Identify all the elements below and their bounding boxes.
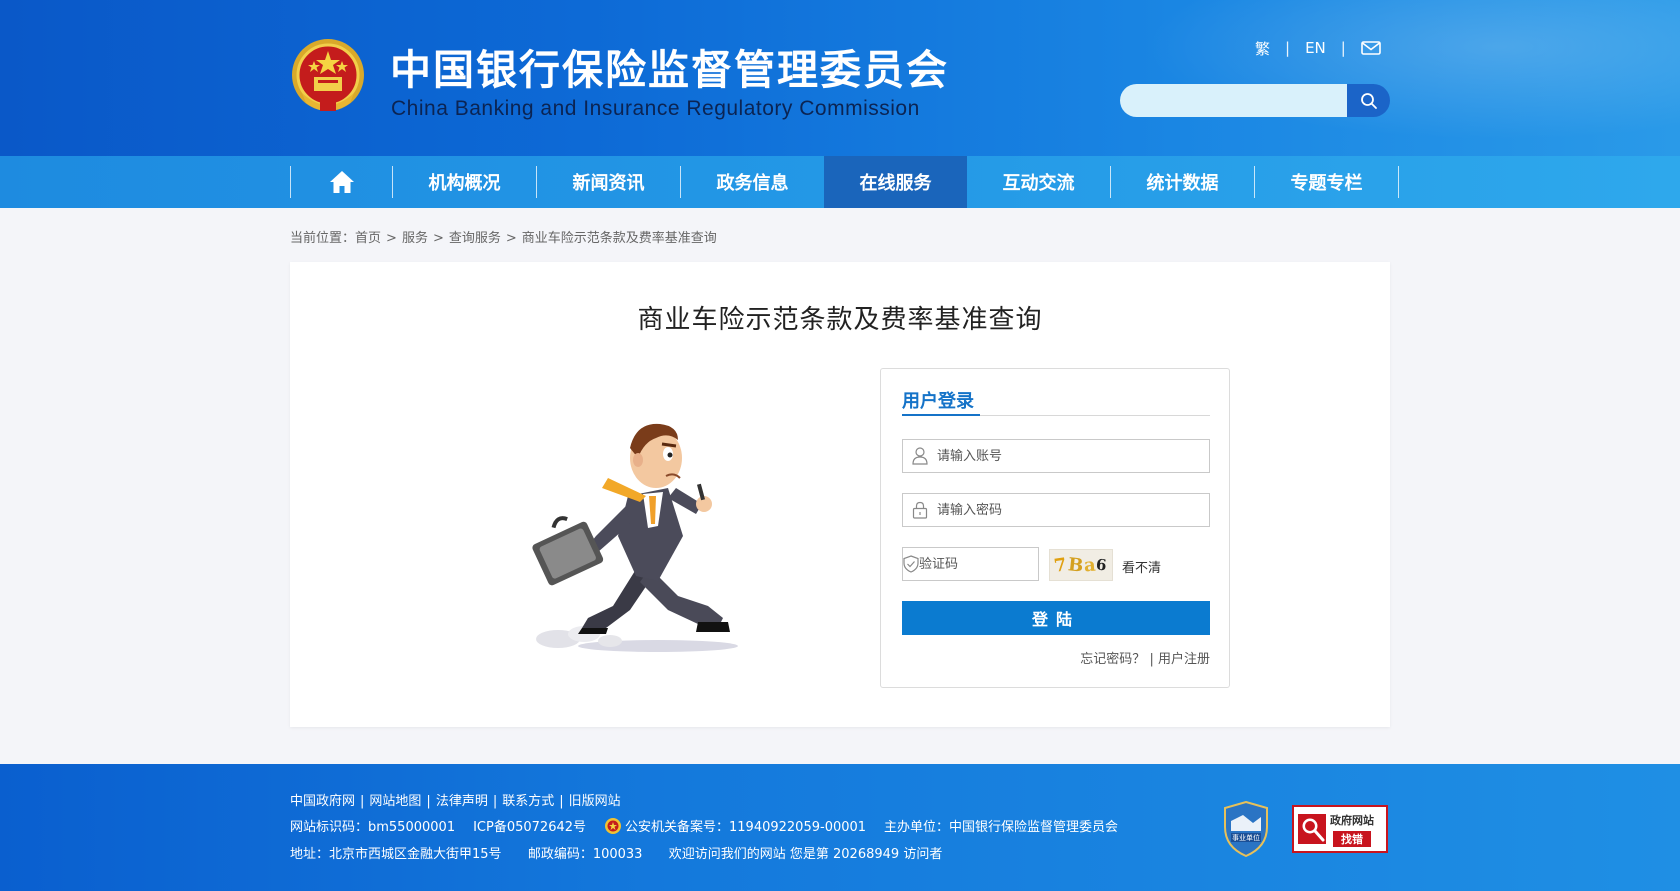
nav-item-online-services[interactable]: 在线服务 xyxy=(824,156,967,208)
shield-check-icon xyxy=(903,555,919,573)
page-title: 商业车险示范条款及费率基准查询 xyxy=(637,305,1043,335)
site-id: 网站标识码：bm55000001 xyxy=(290,820,456,835)
login-links: 忘记密码？ | 用户注册 xyxy=(1080,652,1210,667)
postcode: 邮政编码：100033 xyxy=(527,847,643,862)
footer-link-gov[interactable]: 中国政府网 xyxy=(290,794,355,809)
account-input[interactable] xyxy=(937,441,1209,471)
search-icon xyxy=(1360,92,1377,109)
site-header: 中国银行保险监督管理委员会 China Banking and Insuranc… xyxy=(0,0,1680,156)
register-link[interactable]: 用户注册 xyxy=(1158,652,1210,667)
english-link[interactable]: EN xyxy=(1305,39,1326,57)
footer-registration: 网站标识码：bm55000001 ICP备05072642号 公安机关备案号：1… xyxy=(290,816,1118,835)
footer-link-sitemap[interactable]: 网站地图 xyxy=(369,794,421,809)
nav-item-interaction[interactable]: 互动交流 xyxy=(967,156,1110,208)
site-title-cn: 中国银行保险监督管理委员会 xyxy=(390,46,949,94)
find-error-line1: 政府网站 xyxy=(1330,813,1374,827)
running-businessman-illustration xyxy=(532,423,738,652)
magnifier-icon xyxy=(1298,814,1326,844)
icp-number[interactable]: ICP备05072642号 xyxy=(473,816,586,835)
main-panel: 商业车险示范条款及费率基准查询 用户登录 请输入账号 验证码 7 B a 6 看… xyxy=(290,262,1390,727)
institution-shield-badge[interactable]: 事业单位 xyxy=(1223,801,1269,857)
captcha-field xyxy=(902,547,1089,581)
main-nav: 机构概况 新闻资讯 政务信息 在线服务 互动交流 统计数据 专题专栏 xyxy=(0,156,1680,208)
footer-link-legal[interactable]: 法律声明 xyxy=(436,794,488,809)
visitor-counter: 欢迎访问我们的网站 您是第 20268949 访问者 xyxy=(668,847,943,862)
user-icon xyxy=(912,447,928,465)
site-footer: 中国政府网 | 网站地图 | 法律声明 | 联系方式 | 旧版网站 网站标识码：bm550000… xyxy=(0,764,1680,891)
breadcrumb: 当前位置：首页 > 服务 > 查询服务 > 商业车险示范条款及费率基准查询 xyxy=(290,231,717,246)
search-input[interactable] xyxy=(1120,84,1348,117)
breadcrumb-services[interactable]: 服务 xyxy=(402,231,428,246)
police-record[interactable]: 公安机关备案号：11940922059-00001 xyxy=(625,816,866,835)
nav-item-government-info[interactable]: 政务信息 xyxy=(681,156,824,208)
nav-home[interactable] xyxy=(291,156,392,208)
forgot-password-link[interactable]: 忘记密码？ xyxy=(1080,652,1145,667)
captcha-image[interactable]: 7Ba6 xyxy=(1049,549,1113,581)
nav-item-news[interactable]: 新闻资讯 xyxy=(537,156,680,208)
search-box xyxy=(1120,84,1390,117)
traditional-chinese-link[interactable]: 繁 xyxy=(1255,38,1270,59)
lock-icon xyxy=(912,501,928,519)
nav-item-special-topics[interactable]: 专题专栏 xyxy=(1255,156,1398,208)
breadcrumb-home[interactable]: 首页 xyxy=(355,231,381,246)
breadcrumb-query-services[interactable]: 查询服务 xyxy=(449,231,501,246)
login-button[interactable]: 登陆 xyxy=(902,601,1210,635)
home-icon xyxy=(329,171,354,193)
site-title-en: China Banking and Insurance Regulatory C… xyxy=(391,97,920,120)
password-field xyxy=(902,493,1210,527)
nav-item-statistics[interactable]: 统计数据 xyxy=(1111,156,1254,208)
login-title: 用户登录 xyxy=(902,391,974,412)
top-links: 繁 | EN | xyxy=(1255,38,1381,58)
mail-icon[interactable] xyxy=(1361,41,1381,55)
footer-link-old-site[interactable]: 旧版网站 xyxy=(569,794,621,809)
gov-site-error-report-badge[interactable]: 政府网站 找错 xyxy=(1292,805,1388,853)
find-error-line2: 找错 xyxy=(1333,830,1371,847)
police-badge-icon xyxy=(605,817,622,834)
login-panel: 用户登录 请输入账号 验证码 7 B a 6 看不清 登陆 忘记密码？ | 用户… xyxy=(880,368,1230,688)
national-emblem-icon[interactable] xyxy=(290,37,366,117)
sponsor: 主办单位：中国银行保险监督管理委员会 xyxy=(884,820,1119,835)
search-button[interactable] xyxy=(1347,84,1390,117)
footer-address: 地址：北京市西城区金融大街甲15号 邮政编码：100033 欢迎访问我们的网站 … xyxy=(290,843,942,862)
address: 地址：北京市西城区金融大街甲15号 xyxy=(290,847,502,862)
refresh-captcha-link[interactable]: 看不清 xyxy=(1122,557,1161,576)
breadcrumb-prefix: 当前位置： xyxy=(290,231,356,246)
account-field xyxy=(902,439,1210,473)
shield-badge-text: 事业单位 xyxy=(1232,833,1260,842)
footer-link-contact[interactable]: 联系方式 xyxy=(502,794,554,809)
breadcrumb-current[interactable]: 商业车险示范条款及费率基准查询 xyxy=(522,231,717,246)
nav-item-about[interactable]: 机构概况 xyxy=(393,156,536,208)
password-input[interactable] xyxy=(937,495,1209,525)
footer-links: 中国政府网 | 网站地图 | 法律声明 | 联系方式 | 旧版网站 xyxy=(290,794,621,809)
